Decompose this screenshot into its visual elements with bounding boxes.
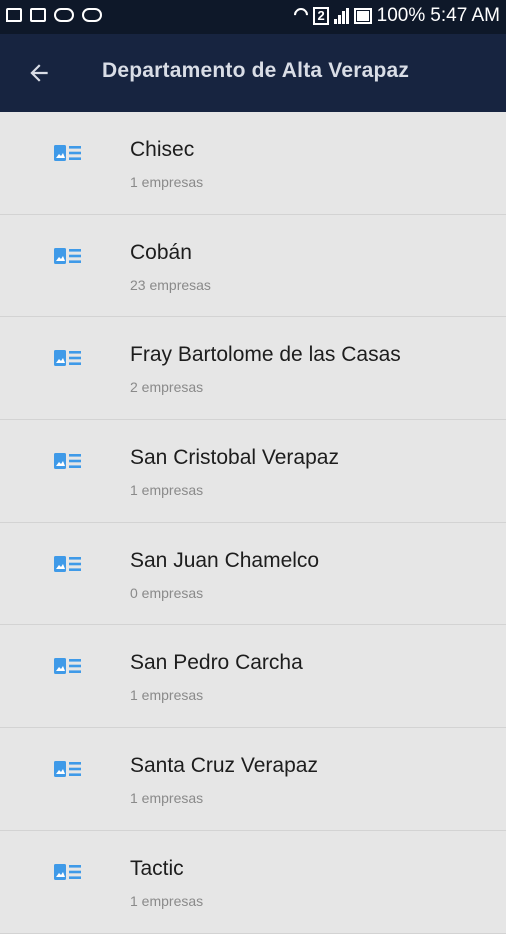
wifi-icon xyxy=(294,8,308,24)
list-item-count: 0 empresas xyxy=(130,584,204,601)
signal-icon xyxy=(333,8,349,24)
list-item-name: San Juan Chamelco xyxy=(130,548,320,572)
app-bar: Departamento de Alta Verapaz xyxy=(0,34,506,112)
contact-card-icon xyxy=(54,761,81,778)
municipality-list: Chisec 1 empresas Cobán 23 empresas Fray Bar… xyxy=(0,112,506,934)
list-item-name: San Cristobal Verapaz xyxy=(130,446,339,470)
contact-card-icon xyxy=(54,658,81,675)
contact-card-icon xyxy=(54,453,81,470)
list-item[interactable]: Santa Cruz Verapaz 1 empresas xyxy=(0,728,506,831)
page-title: Departamento de Alta Verapaz xyxy=(102,59,410,82)
contact-card-icon xyxy=(54,555,81,572)
sim-badge: 2 xyxy=(313,7,329,25)
voicemail-icon xyxy=(82,8,102,22)
message-icon xyxy=(6,8,22,22)
voicemail-icon xyxy=(54,8,74,22)
list-item-count: 1 empresas xyxy=(130,687,204,704)
list-item-name: San Pedro Carcha xyxy=(130,651,303,675)
list-item-name: Santa Cruz Verapaz xyxy=(130,754,318,778)
list-item[interactable]: Fray Bartolome de las Casas 2 empresas xyxy=(0,317,506,421)
arrow-back-icon xyxy=(30,64,48,82)
list-item[interactable]: Cobán 23 empresas xyxy=(0,215,506,318)
list-item-count: 2 empresas xyxy=(130,379,204,396)
list-item-count: 1 empresas xyxy=(130,892,204,909)
status-indicators: 2 100% 5:47 AM xyxy=(294,5,500,27)
list-item[interactable]: San Juan Chamelco 0 empresas xyxy=(0,523,506,626)
list-item-count: 1 empresas xyxy=(130,482,204,499)
status-bar: 2 100% 5:47 AM xyxy=(0,0,506,34)
list-item-count: 1 empresas xyxy=(130,174,204,190)
notification-icons xyxy=(6,8,102,22)
list-item-name: Cobán xyxy=(130,240,192,264)
list-item-name: Fray Bartolome de las Casas xyxy=(130,343,401,367)
list-item[interactable]: Chisec 1 empresas xyxy=(0,112,506,215)
list-item[interactable]: San Cristobal Verapaz 1 empresas xyxy=(0,420,506,523)
contact-card-icon xyxy=(54,350,81,367)
contact-card-icon xyxy=(54,247,81,264)
list-item-name: Chisec xyxy=(130,138,195,161)
clock: 5:47 AM xyxy=(430,5,500,26)
list-item-name: Tactic xyxy=(130,856,184,880)
battery-icon xyxy=(353,8,372,24)
list-item-count: 1 empresas xyxy=(130,790,204,807)
contact-card-icon xyxy=(54,145,81,161)
list-item[interactable]: San Pedro Carcha 1 empresas xyxy=(0,625,506,729)
battery-percent: 100% xyxy=(376,5,426,26)
image-icon xyxy=(30,8,46,22)
list-item[interactable]: Tactic 1 empresas xyxy=(0,831,506,934)
list-item-count: 23 empresas xyxy=(130,276,211,293)
back-button[interactable] xyxy=(22,56,56,90)
contact-card-icon xyxy=(54,863,81,880)
